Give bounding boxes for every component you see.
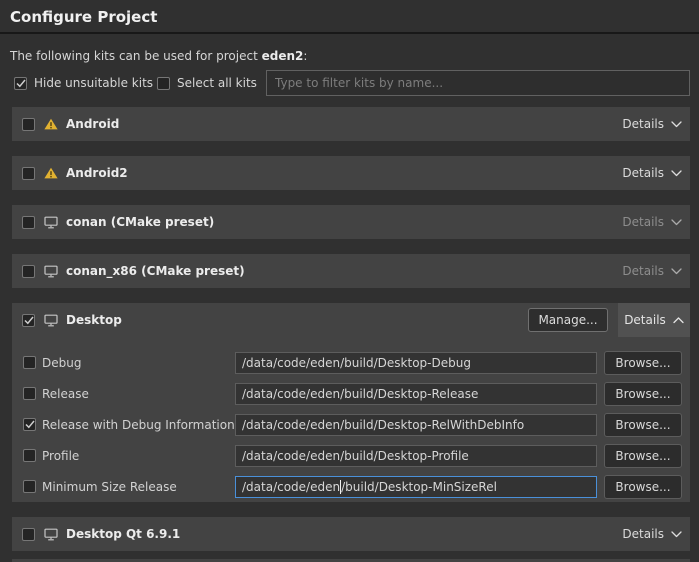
config-label: Release with Debug Information [42, 413, 235, 437]
hide-unsuitable-kits-checkbox[interactable]: Hide unsuitable kits [14, 76, 153, 90]
details-toggle[interactable]: Details [622, 117, 682, 131]
details-toggle-expanded[interactable]: Details [618, 303, 690, 337]
intro-suffix: : [303, 49, 307, 63]
project-name: eden2 [262, 49, 304, 63]
config-row-debug: Debug Browse... [12, 351, 690, 375]
browse-button[interactable]: Browse... [604, 475, 682, 499]
kit-name: conan (CMake preset) [66, 215, 214, 229]
desktop-monitor-icon [44, 265, 58, 278]
kit-filter-input[interactable] [266, 70, 690, 96]
config-checkbox[interactable] [23, 387, 36, 400]
kit-row-android2[interactable]: Android2 Details [12, 156, 690, 190]
checkbox-unchecked-icon[interactable] [157, 77, 170, 90]
kit-row-desktop[interactable]: Desktop Manage... Details [12, 303, 690, 337]
chevron-down-icon [671, 170, 682, 177]
config-checkbox[interactable] [23, 480, 36, 493]
kit-name: Android2 [66, 166, 128, 180]
details-label: Details [622, 117, 664, 131]
config-label: Debug [42, 351, 81, 375]
kit-checkbox[interactable] [22, 314, 35, 327]
kit-row-conan-x86[interactable]: conan_x86 (CMake preset) Details [12, 254, 690, 288]
config-row-relwithdebinfo: Release with Debug Information Browse... [12, 413, 690, 437]
kit-checkbox[interactable] [22, 118, 35, 131]
warning-icon [44, 167, 58, 179]
browse-button[interactable]: Browse... [604, 413, 682, 437]
details-label: Details [622, 264, 664, 278]
select-all-kits-label: Select all kits [177, 76, 257, 90]
kit-row-desktop-qt[interactable]: Desktop Qt 6.9.1 Details [12, 517, 690, 551]
kit-name: Desktop [66, 313, 122, 327]
kit-name: Desktop Qt 6.9.1 [66, 527, 180, 541]
intro-prefix: The following kits can be used for proje… [10, 49, 262, 63]
config-checkbox[interactable] [23, 356, 36, 369]
config-checkbox[interactable] [23, 449, 36, 462]
browse-button[interactable]: Browse... [604, 444, 682, 468]
details-toggle-disabled: Details [622, 215, 682, 229]
chevron-down-icon [671, 531, 682, 538]
build-path-input[interactable] [235, 445, 597, 467]
desktop-monitor-icon [44, 216, 58, 229]
config-row-release: Release Browse... [12, 382, 690, 406]
intro-text: The following kits can be used for proje… [10, 49, 307, 63]
chevron-down-icon [671, 121, 682, 128]
details-label: Details [622, 166, 664, 180]
kit-name: conan_x86 (CMake preset) [66, 264, 245, 278]
details-label: Details [622, 215, 664, 229]
details-toggle-disabled: Details [622, 264, 682, 278]
path-text-before-caret: /data/code/eden [242, 480, 340, 494]
kit-checkbox[interactable] [22, 528, 35, 541]
chevron-up-icon [673, 317, 684, 324]
kit-row-conan[interactable]: conan (CMake preset) Details [12, 205, 690, 239]
warning-icon [44, 118, 58, 130]
build-path-input[interactable] [235, 352, 597, 374]
browse-button[interactable]: Browse... [604, 351, 682, 375]
kit-checkbox[interactable] [22, 216, 35, 229]
hide-unsuitable-kits-label: Hide unsuitable kits [34, 76, 153, 90]
config-label: Profile [42, 444, 79, 468]
browse-button[interactable]: Browse... [604, 382, 682, 406]
config-label: Release [42, 382, 89, 406]
checkbox-checked-icon[interactable] [14, 77, 27, 90]
details-toggle[interactable]: Details [622, 166, 682, 180]
kit-panel-desktop: Desktop Manage... Details Debug Browse..… [12, 303, 690, 502]
kit-row-android[interactable]: Android Details [12, 107, 690, 141]
desktop-monitor-icon [44, 528, 58, 541]
details-label: Details [624, 313, 666, 327]
config-checkbox[interactable] [23, 418, 36, 431]
kit-checkbox[interactable] [22, 167, 35, 180]
chevron-down-icon [671, 219, 682, 226]
build-path-input[interactable] [235, 383, 597, 405]
chevron-down-icon [671, 268, 682, 275]
page-title: Configure Project [10, 8, 157, 26]
kit-checkbox[interactable] [22, 265, 35, 278]
details-toggle[interactable]: Details [622, 527, 682, 541]
config-label: Minimum Size Release [42, 475, 177, 499]
title-separator [0, 32, 699, 34]
build-path-input[interactable] [235, 414, 597, 436]
kit-name: Android [66, 117, 119, 131]
desktop-monitor-icon [44, 314, 58, 327]
build-path-input-focused[interactable]: /data/code/eden/build/Desktop-MinSizeRel [235, 476, 597, 498]
config-row-profile: Profile Browse... [12, 444, 690, 468]
path-text-after-caret: /build/Desktop-MinSizeRel [341, 480, 497, 494]
manage-button[interactable]: Manage... [528, 308, 608, 332]
config-row-minsizerel: Minimum Size Release /data/code/eden/bui… [12, 475, 690, 499]
select-all-kits-checkbox[interactable]: Select all kits [157, 76, 257, 90]
details-label: Details [622, 527, 664, 541]
configure-project-page: { "title": "Configure Project", "intro":… [0, 0, 699, 562]
